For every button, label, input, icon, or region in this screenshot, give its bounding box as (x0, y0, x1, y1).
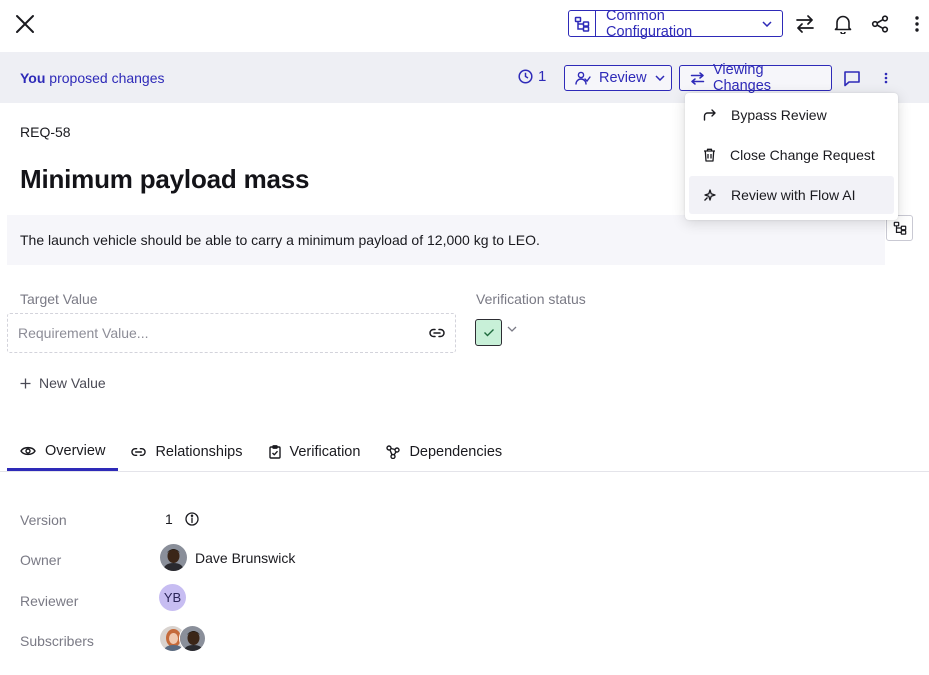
menu-item-bypass-review[interactable]: Bypass Review (689, 96, 894, 134)
bell-icon (834, 14, 852, 34)
share-button[interactable] (868, 12, 892, 36)
owner-value[interactable]: Dave Brunswick (160, 544, 295, 571)
tabs-divider (0, 471, 929, 472)
eye-icon (20, 445, 36, 457)
info-icon[interactable] (185, 512, 199, 526)
configuration-selector[interactable]: Common Configuration (568, 8, 783, 40)
requirement-value-input[interactable] (18, 325, 398, 341)
more-vertical-icon (884, 72, 888, 84)
trash-icon (703, 148, 716, 162)
tab-relationships[interactable]: Relationships (118, 433, 255, 471)
chevron-down-icon (762, 20, 772, 27)
link-icon (131, 447, 147, 457)
swap-arrows-button[interactable] (793, 12, 817, 36)
avatar (160, 544, 187, 571)
viewing-changes-label: Viewing Changes (713, 62, 772, 94)
page-title: Minimum payload mass (20, 164, 310, 194)
subscribers-label: Subscribers (20, 633, 94, 649)
reviewer-label: Reviewer (20, 593, 79, 609)
verification-status-dropdown[interactable] (507, 326, 517, 332)
tab-overview[interactable]: Overview (7, 433, 119, 471)
menu-item-label: Close Change Request (730, 147, 875, 163)
configuration-tree-icon (893, 221, 907, 235)
review-label: Review (599, 70, 647, 86)
tab-label: Verification (289, 444, 361, 460)
viewing-changes-button[interactable]: Viewing Changes (679, 62, 832, 94)
requirement-id: REQ-58 (20, 124, 71, 140)
tab-dependencies[interactable]: Dependencies (373, 433, 515, 471)
redirect-arrow-icon (703, 109, 717, 121)
plus-icon (20, 378, 31, 389)
history-button[interactable]: 1 (518, 68, 546, 85)
close-button[interactable] (10, 9, 40, 39)
tab-label: Overview (45, 442, 106, 459)
proposed-changes-text: You proposed changes (20, 70, 165, 86)
tab-label: Relationships (155, 444, 243, 460)
chevron-down-icon (655, 75, 665, 81)
new-value-label: New Value (39, 375, 106, 391)
configuration-dropdown[interactable]: Common Configuration (596, 8, 782, 40)
proposal-actor: You (20, 70, 46, 86)
reviewer-value[interactable]: YB (159, 584, 186, 611)
subscribers-avatars[interactable] (159, 625, 209, 653)
configuration-name: Common Configuration (606, 7, 693, 40)
proposal-text: proposed changes (49, 70, 165, 86)
comments-button[interactable] (841, 67, 863, 89)
verification-status-checkbox[interactable] (475, 319, 502, 346)
owner-label: Owner (20, 552, 62, 568)
requirement-description: The launch vehicle should be able to car… (20, 232, 540, 248)
reviewer-avatar: YB (159, 584, 186, 611)
reviewer-icon (575, 71, 591, 85)
configuration-tree-icon (569, 11, 596, 36)
tab-bar: Overview Relationships Verification Depe… (7, 433, 515, 471)
dependencies-icon (386, 445, 401, 459)
menu-item-label: Bypass Review (731, 107, 827, 123)
target-value-label: Target Value (20, 291, 98, 307)
add-new-value-button[interactable]: New Value (20, 375, 106, 391)
history-count: 1 (538, 68, 547, 85)
sparkle-icon (703, 188, 717, 202)
review-button[interactable]: Review (564, 65, 672, 91)
tab-verification[interactable]: Verification (256, 433, 374, 471)
more-options-button[interactable] (905, 12, 929, 36)
swap-arrows-icon (795, 15, 815, 33)
menu-item-review-with-flow-ai[interactable]: Review with Flow AI (689, 176, 894, 214)
clock-icon (518, 69, 533, 84)
version-value: 1 (165, 511, 199, 527)
chevron-down-icon (507, 326, 517, 332)
menu-item-close-change-request[interactable]: Close Change Request (689, 136, 894, 174)
link-icon[interactable] (429, 328, 445, 338)
close-icon (14, 13, 36, 35)
tab-label: Dependencies (409, 444, 503, 460)
verification-status-label: Verification status (476, 291, 586, 307)
menu-item-label: Review with Flow AI (731, 187, 856, 203)
change-request-menu: Bypass Review Close Change Request Revie… (685, 93, 898, 220)
notifications-button[interactable] (831, 12, 855, 36)
owner-name: Dave Brunswick (195, 549, 296, 566)
share-icon (871, 15, 889, 33)
swap-arrows-icon (690, 71, 705, 85)
more-vertical-icon (914, 15, 920, 33)
change-request-more-button[interactable] (875, 67, 897, 89)
version-label: Version (20, 512, 67, 528)
check-icon (483, 328, 495, 337)
comment-icon (843, 70, 861, 87)
avatar (179, 625, 206, 652)
version-number: 1 (165, 511, 173, 527)
clipboard-check-icon (268, 445, 281, 459)
requirement-value-field[interactable] (7, 313, 456, 353)
